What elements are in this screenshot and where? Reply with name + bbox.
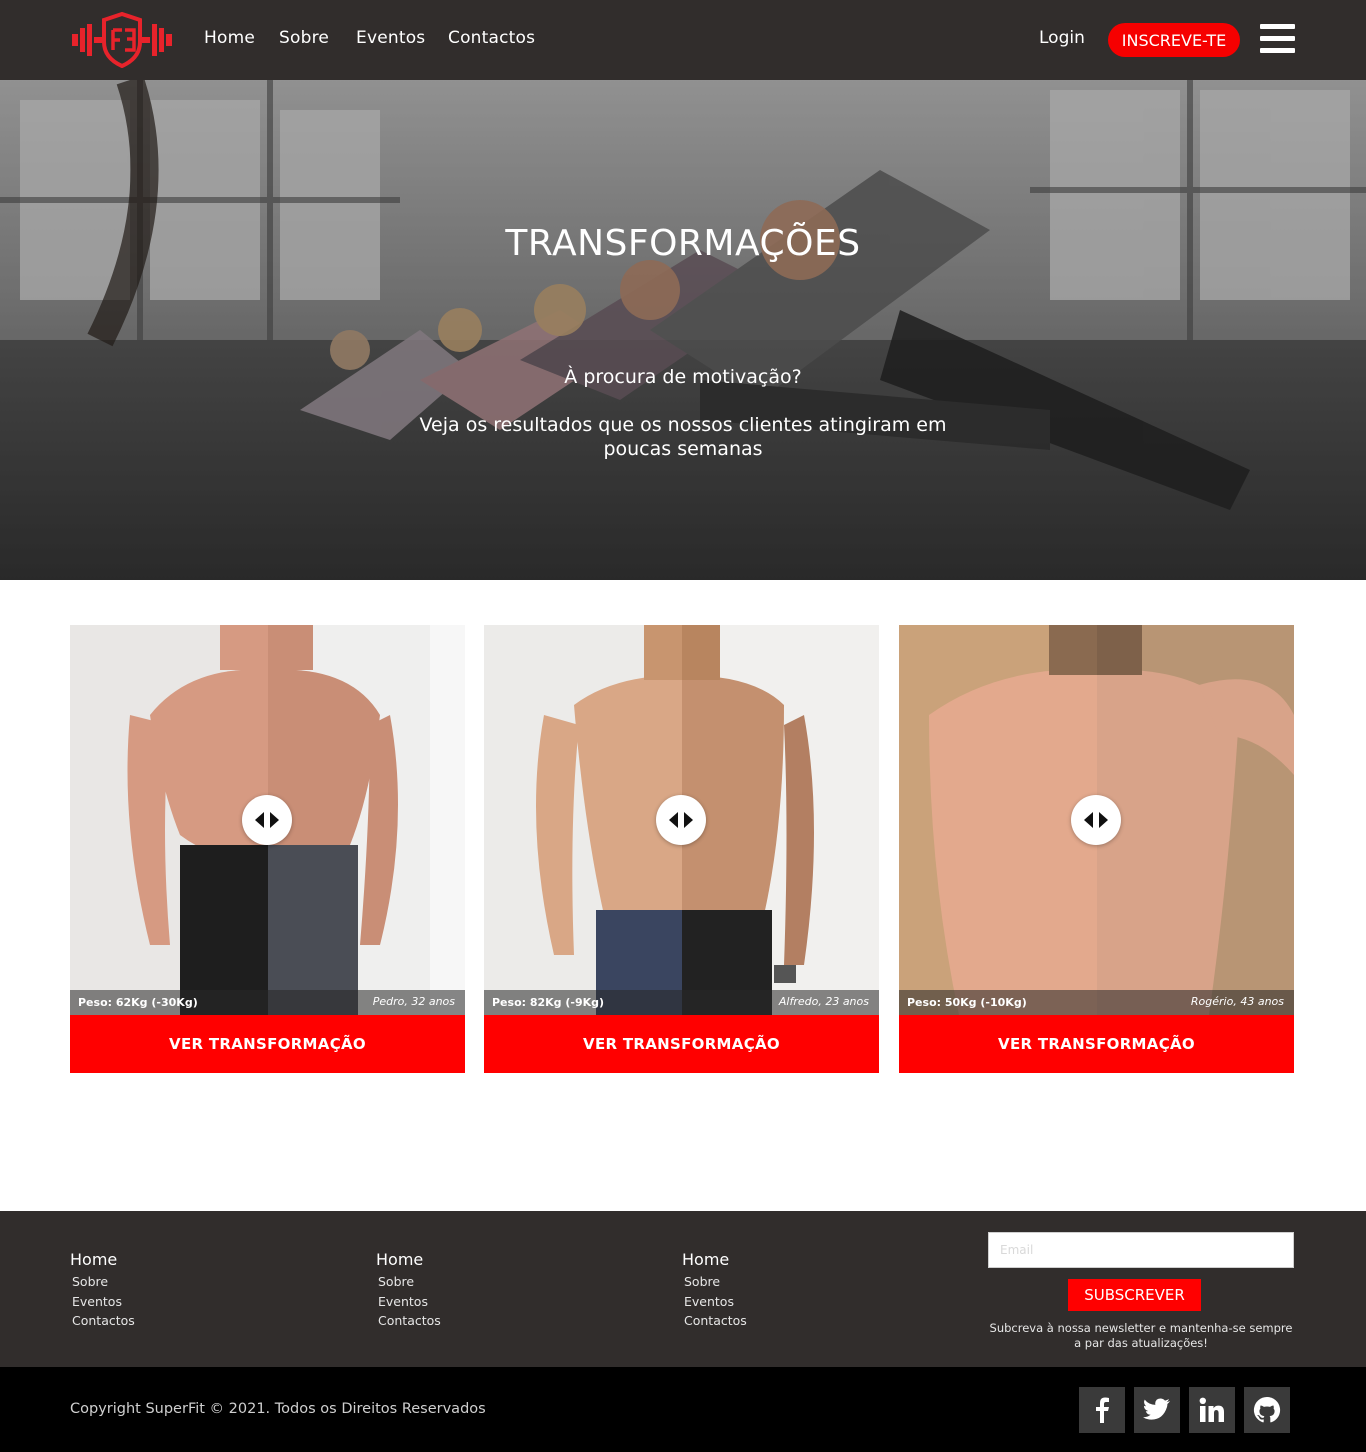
- footer-link-sobre[interactable]: Sobre: [684, 1272, 747, 1292]
- weight-label: Peso: 82Kg (-9Kg): [492, 996, 605, 1009]
- footer-link-home[interactable]: Home: [682, 1250, 747, 1269]
- linkedin-icon[interactable]: [1189, 1387, 1235, 1433]
- hero-banner: TRANSFORMAÇÕES À procura de motivação? V…: [0, 80, 1366, 580]
- card-info-bar: Peso: 82Kg (-9Kg) Alfredo, 23 anos: [484, 990, 879, 1015]
- card-info-bar: Peso: 62Kg (-30Kg) Pedro, 32 anos: [70, 990, 465, 1015]
- compare-slider-handle[interactable]: [656, 795, 706, 845]
- twitter-icon[interactable]: [1134, 1387, 1180, 1433]
- view-transformation-button[interactable]: VER TRANSFORMAÇÃO: [899, 1015, 1294, 1073]
- transformation-card: Peso: 50Kg (-10Kg) Rogério, 43 anos VER …: [899, 625, 1294, 1073]
- subscribe-button[interactable]: SUBSCREVER: [1068, 1279, 1201, 1311]
- copyright-text: Copyright SuperFit © 2021. Todos os Dire…: [70, 1401, 486, 1417]
- arrows-left-right-icon: [669, 812, 693, 828]
- signup-button[interactable]: INSCREVE-TE: [1108, 23, 1240, 57]
- footer: Home Sobre Eventos Contactos Home Sobre …: [0, 1211, 1366, 1367]
- newsletter-description: Subcreva à nossa newsletter e mantenha-s…: [989, 1321, 1293, 1350]
- login-link[interactable]: Login: [1039, 28, 1085, 48]
- hamburger-menu-icon[interactable]: [1260, 24, 1295, 56]
- superfit-logo[interactable]: [70, 11, 174, 69]
- facebook-icon[interactable]: [1079, 1387, 1125, 1433]
- nav-home[interactable]: Home: [204, 28, 255, 48]
- footer-link-sobre[interactable]: Sobre: [378, 1272, 441, 1292]
- footer-bottom-bar: Copyright SuperFit © 2021. Todos os Dire…: [0, 1367, 1366, 1452]
- before-after-photo[interactable]: Peso: 50Kg (-10Kg) Rogério, 43 anos: [899, 625, 1294, 1015]
- footer-column: Home Sobre Eventos Contactos: [682, 1250, 747, 1331]
- hero-description: Veja os resultados que os nossos cliente…: [419, 414, 947, 460]
- github-icon[interactable]: [1244, 1387, 1290, 1433]
- footer-column: Home Sobre Eventos Contactos: [70, 1250, 135, 1331]
- before-after-photo[interactable]: Peso: 82Kg (-9Kg) Alfredo, 23 anos: [484, 625, 879, 1015]
- footer-link-eventos[interactable]: Eventos: [684, 1292, 747, 1312]
- footer-link-contactos[interactable]: Contactos: [72, 1311, 135, 1331]
- top-navbar: Home Sobre Eventos Contactos Login INSCR…: [0, 0, 1366, 80]
- hero-subtitle: À procura de motivação?: [564, 366, 802, 388]
- footer-link-sobre[interactable]: Sobre: [72, 1272, 135, 1292]
- client-name: Alfredo, 23 anos: [778, 995, 869, 1008]
- compare-slider-handle[interactable]: [242, 795, 292, 845]
- transformation-card: Peso: 82Kg (-9Kg) Alfredo, 23 anos VER T…: [484, 625, 879, 1073]
- card-info-bar: Peso: 50Kg (-10Kg) Rogério, 43 anos: [899, 990, 1294, 1015]
- compare-slider-handle[interactable]: [1071, 795, 1121, 845]
- client-name: Rogério, 43 anos: [1190, 995, 1284, 1008]
- footer-link-home[interactable]: Home: [70, 1250, 135, 1269]
- weight-label: Peso: 50Kg (-10Kg): [907, 996, 1027, 1009]
- nav-contactos[interactable]: Contactos: [448, 28, 535, 48]
- client-name: Pedro, 32 anos: [372, 995, 455, 1008]
- view-transformation-button[interactable]: VER TRANSFORMAÇÃO: [484, 1015, 879, 1073]
- footer-link-home[interactable]: Home: [376, 1250, 441, 1269]
- view-transformation-button[interactable]: VER TRANSFORMAÇÃO: [70, 1015, 465, 1073]
- before-after-photo[interactable]: Peso: 62Kg (-30Kg) Pedro, 32 anos: [70, 625, 465, 1015]
- transformation-card: Peso: 62Kg (-30Kg) Pedro, 32 anos VER TR…: [70, 625, 465, 1073]
- nav-eventos[interactable]: Eventos: [356, 28, 425, 48]
- footer-link-contactos[interactable]: Contactos: [684, 1311, 747, 1331]
- footer-link-eventos[interactable]: Eventos: [378, 1292, 441, 1312]
- newsletter-email-input[interactable]: [988, 1232, 1294, 1268]
- nav-sobre[interactable]: Sobre: [279, 28, 329, 48]
- page-title: TRANSFORMAÇÕES: [505, 223, 861, 264]
- footer-link-contactos[interactable]: Contactos: [378, 1311, 441, 1331]
- arrows-left-right-icon: [255, 812, 279, 828]
- weight-label: Peso: 62Kg (-30Kg): [78, 996, 198, 1009]
- arrows-left-right-icon: [1084, 812, 1108, 828]
- footer-link-eventos[interactable]: Eventos: [72, 1292, 135, 1312]
- footer-column: Home Sobre Eventos Contactos: [376, 1250, 441, 1331]
